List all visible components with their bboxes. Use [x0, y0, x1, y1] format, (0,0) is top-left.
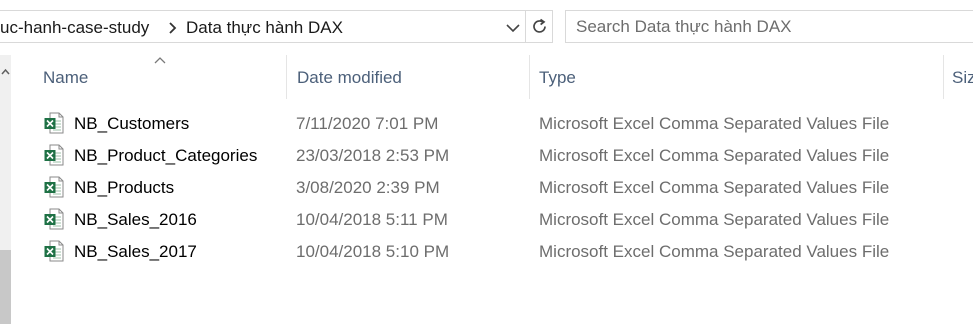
file-row[interactable]: NB_Sales_2017 10/04/2018 5:10 PM Microso… — [11, 236, 973, 268]
column-header-size[interactable]: Siz — [944, 55, 973, 99]
chevron-right-icon[interactable] — [166, 20, 180, 36]
sort-ascending-icon — [154, 57, 166, 64]
file-name[interactable]: NB_Sales_2016 — [74, 210, 197, 230]
file-name[interactable]: NB_Customers — [74, 114, 189, 134]
file-list: NB_Customers 7/11/2020 7:01 PM Microsoft… — [11, 108, 973, 268]
file-date-modified: 3/08/2020 2:39 PM — [296, 178, 440, 197]
navigation-pane-scrollbar[interactable] — [0, 55, 11, 324]
file-type: Microsoft Excel Comma Separated Values F… — [539, 242, 890, 261]
file-type: Microsoft Excel Comma Separated Values F… — [539, 178, 890, 197]
file-row[interactable]: NB_Product_Categories 23/03/2018 2:53 PM… — [11, 140, 973, 172]
breadcrumb-current[interactable]: Data thực hành DAX — [186, 18, 343, 38]
excel-csv-icon — [44, 240, 64, 262]
excel-csv-icon — [44, 144, 64, 166]
file-date-modified: 7/11/2020 7:01 PM — [296, 114, 439, 133]
file-name[interactable]: NB_Product_Categories — [74, 146, 257, 166]
file-date-modified: 10/04/2018 5:10 PM — [296, 242, 450, 261]
excel-csv-icon — [44, 112, 64, 134]
file-row[interactable]: NB_Sales_2016 10/04/2018 5:11 PM Microso… — [11, 204, 973, 236]
refresh-button[interactable] — [525, 11, 552, 42]
file-row[interactable]: NB_Customers 7/11/2020 7:01 PM Microsoft… — [11, 108, 973, 140]
column-header-size-label: Siz — [952, 68, 973, 87]
toolbar: uc-hanh-case-study Data thực hành DAX — [0, 0, 973, 55]
file-date-modified: 23/03/2018 2:53 PM — [296, 146, 450, 165]
excel-csv-icon — [44, 176, 64, 198]
scrollbar-thumb[interactable] — [0, 250, 11, 324]
file-name[interactable]: NB_Sales_2017 — [74, 242, 197, 262]
column-header-date-modified[interactable]: Date modified — [287, 55, 530, 99]
address-bar[interactable]: uc-hanh-case-study Data thực hành DAX — [0, 10, 553, 43]
column-header-date-label: Date modified — [297, 68, 402, 87]
breadcrumb-parent[interactable]: uc-hanh-case-study — [0, 18, 149, 38]
file-type: Microsoft Excel Comma Separated Values F… — [539, 114, 890, 133]
chevron-down-icon[interactable] — [503, 19, 523, 37]
column-header-row: Name Date modified Type Siz — [11, 55, 973, 99]
column-header-type[interactable]: Type — [530, 55, 944, 99]
search-input[interactable] — [566, 11, 973, 42]
refresh-icon — [533, 18, 546, 33]
search-box[interactable] — [565, 10, 973, 43]
column-header-type-label: Type — [539, 68, 576, 87]
file-row[interactable]: NB_Products 3/08/2020 2:39 PM Microsoft … — [11, 172, 973, 204]
file-name[interactable]: NB_Products — [74, 178, 174, 198]
caret-up-icon[interactable] — [0, 65, 11, 79]
file-explorer-window: uc-hanh-case-study Data thực hành DAX Se… — [0, 0, 973, 324]
column-header-name-label: Name — [43, 68, 89, 87]
file-date-modified: 10/04/2018 5:11 PM — [296, 210, 448, 229]
column-header-name[interactable]: Name — [11, 55, 287, 99]
file-type: Microsoft Excel Comma Separated Values F… — [539, 146, 890, 165]
excel-csv-icon — [44, 208, 64, 230]
file-type: Microsoft Excel Comma Separated Values F… — [539, 210, 890, 229]
